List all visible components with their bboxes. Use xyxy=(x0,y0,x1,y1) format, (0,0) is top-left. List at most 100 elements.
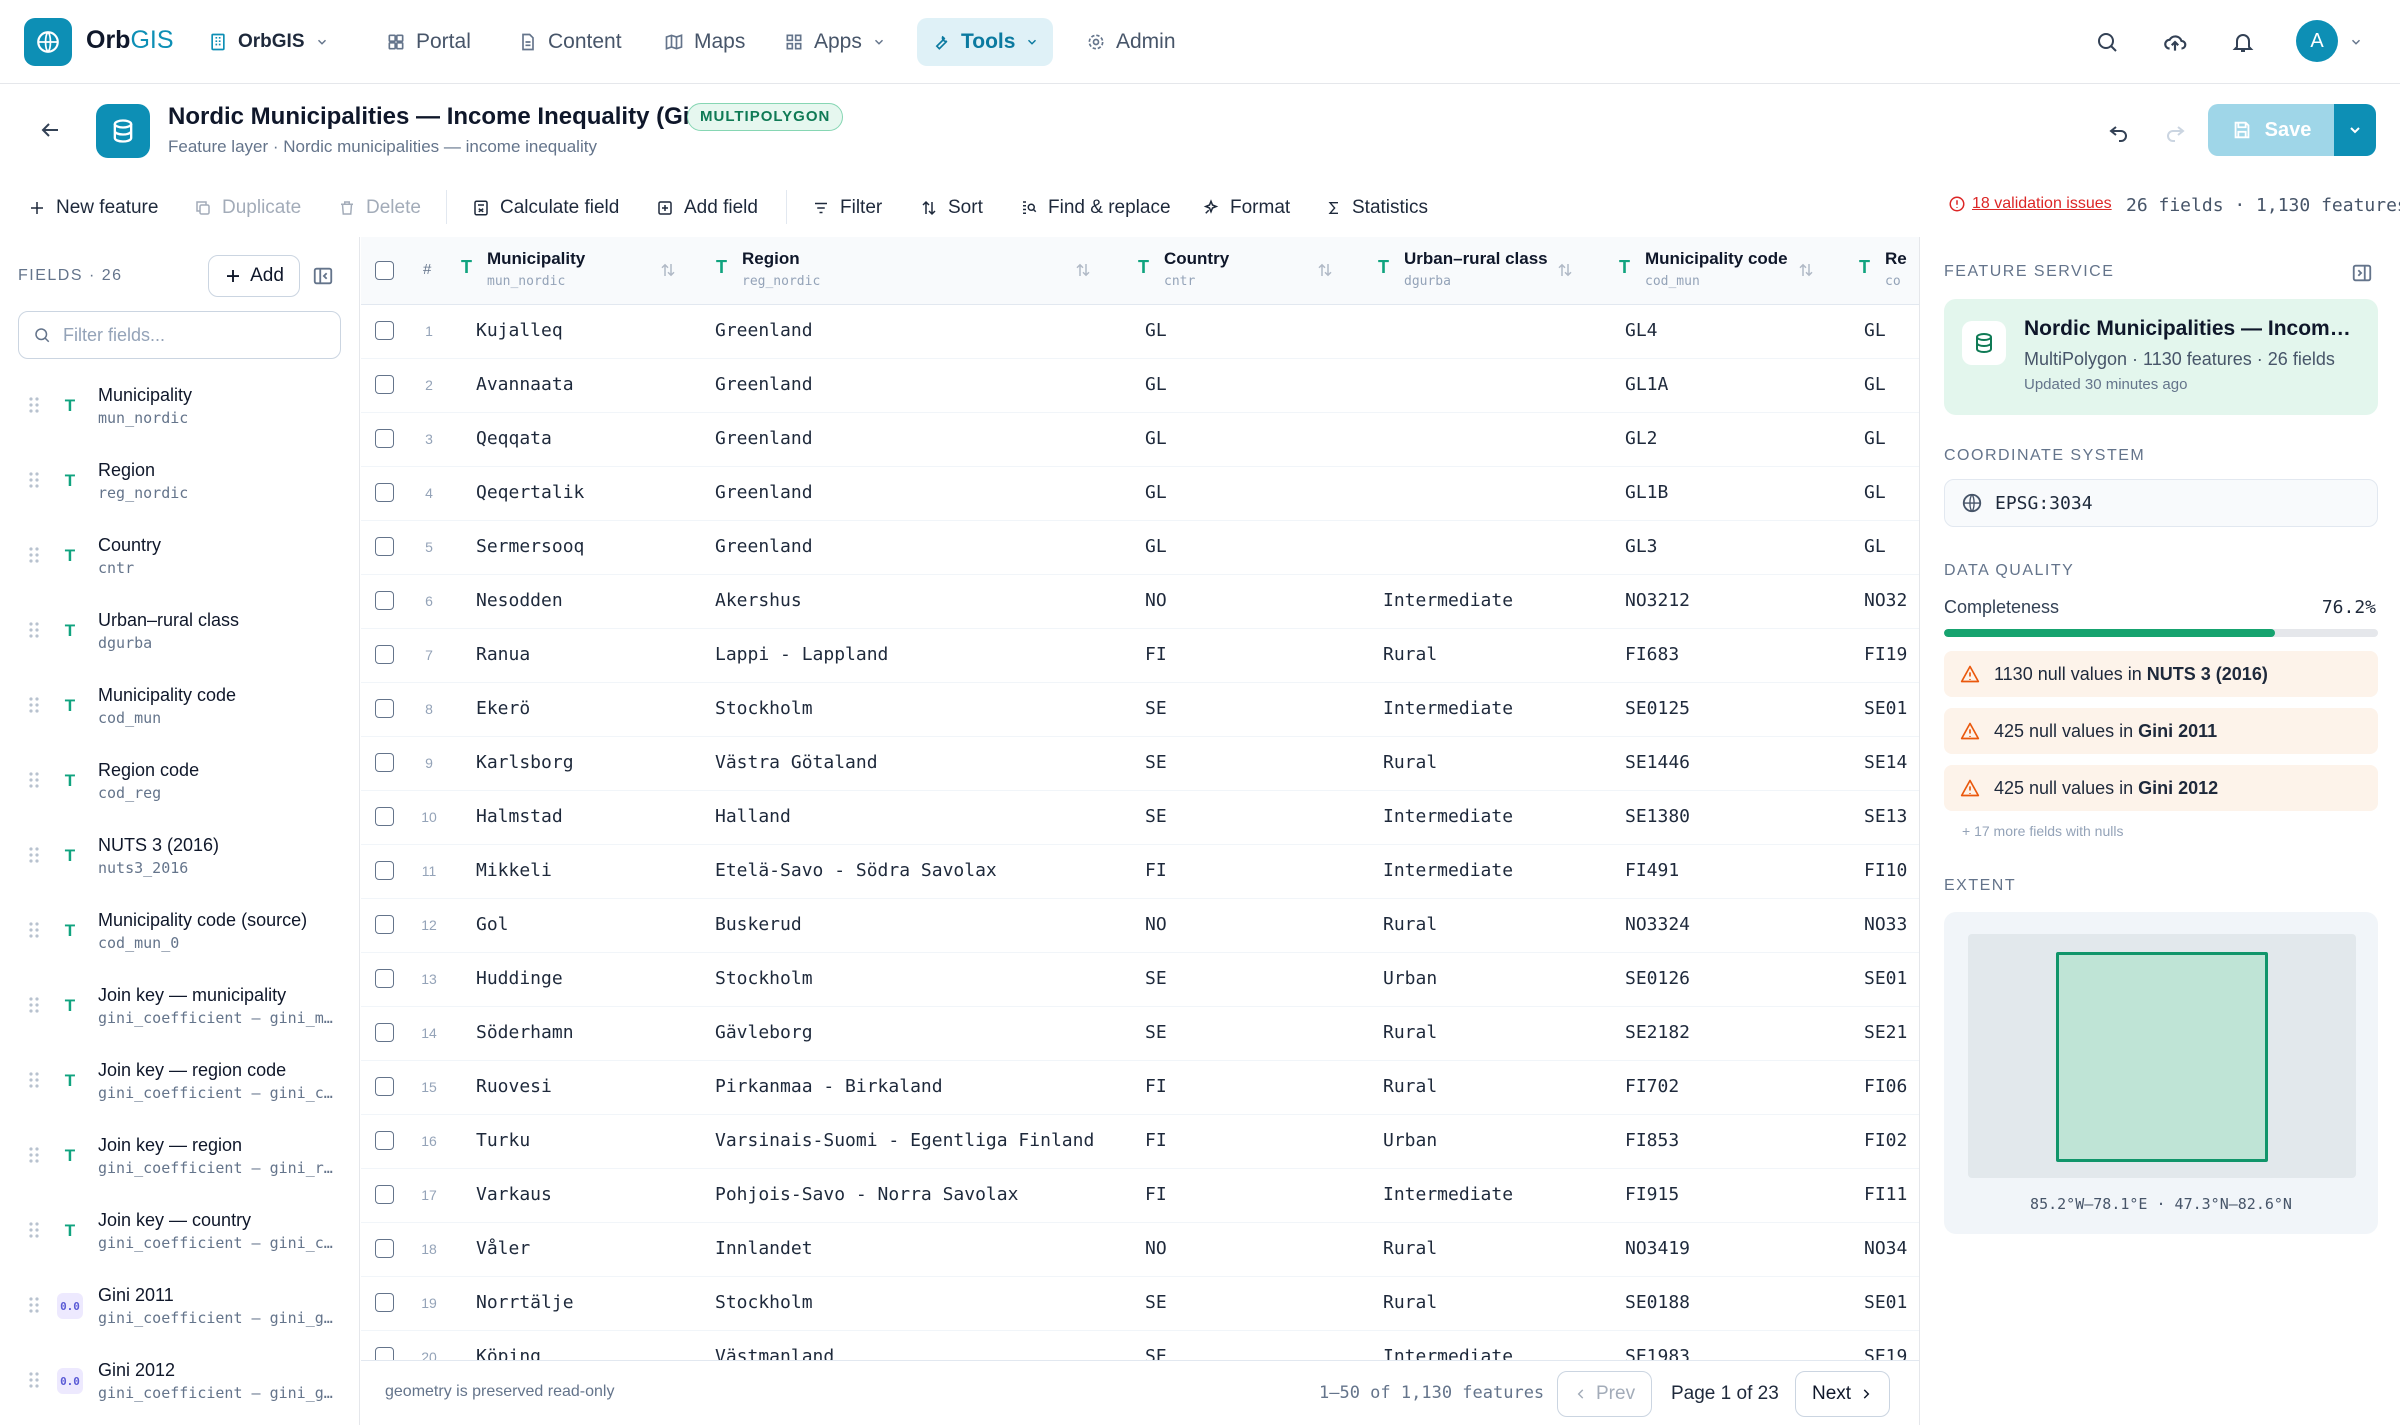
row-checkbox[interactable] xyxy=(375,375,394,394)
table-row[interactable]: 6 Nesodden Akershus NO Intermediate NO3212 NO3… xyxy=(361,575,1919,629)
table-row[interactable]: 15 Ruovesi Pirkanmaa - Birkaland FI Rural FI7… xyxy=(361,1061,1919,1115)
field-item[interactable]: 0.0 Gini 2012 gini_coefficient — gini_g… xyxy=(0,1350,359,1425)
table-cell[interactable]: FI853 xyxy=(1625,1130,1679,1151)
row-checkbox[interactable] xyxy=(375,1185,394,1204)
format-button[interactable]: Format xyxy=(1202,193,1290,223)
table-cell[interactable]: SE13 xyxy=(1864,806,1907,827)
new-feature-button[interactable]: New feature xyxy=(28,193,158,223)
more-nulls-note[interactable]: + 17 more fields with nulls xyxy=(1962,823,2123,839)
table-cell[interactable]: SE1380 xyxy=(1625,806,1690,827)
drag-handle-icon[interactable] xyxy=(28,1370,40,1390)
table-row[interactable]: 2 Avannaata Greenland GL GL1A GL xyxy=(361,359,1919,413)
table-row[interactable]: 18 Våler Innlandet NO Rural NO3419 NO34 xyxy=(361,1223,1919,1277)
table-cell[interactable]: SE xyxy=(1145,1022,1167,1043)
add-field-sidebar-button[interactable]: Add xyxy=(208,255,300,297)
table-cell[interactable]: Buskerud xyxy=(715,914,802,935)
app-logo[interactable] xyxy=(24,18,72,66)
table-row[interactable]: 14 Söderhamn Gävleborg SE Rural SE2182 SE21 xyxy=(361,1007,1919,1061)
table-cell[interactable]: Greenland xyxy=(715,374,813,395)
coordinate-system-field[interactable]: EPSG:3034 xyxy=(1944,479,2378,527)
row-checkbox[interactable] xyxy=(375,969,394,988)
drag-handle-icon[interactable] xyxy=(28,845,40,865)
table-cell[interactable]: Varkaus xyxy=(476,1184,552,1205)
table-cell[interactable]: FI702 xyxy=(1625,1076,1679,1097)
field-item[interactable]: T Municipality code cod_mun xyxy=(0,675,359,750)
table-cell[interactable]: FI xyxy=(1145,1184,1167,1205)
next-page-button[interactable]: Next xyxy=(1795,1371,1891,1417)
table-cell[interactable]: SE xyxy=(1145,1346,1167,1360)
table-cell[interactable]: GL xyxy=(1145,428,1167,449)
table-cell[interactable]: SE1446 xyxy=(1625,752,1690,773)
null-warning[interactable]: 1130 null values in NUTS 3 (2016) xyxy=(1944,651,2378,697)
field-item[interactable]: T Country cntr xyxy=(0,525,359,600)
table-cell[interactable]: Halland xyxy=(715,806,791,827)
table-cell[interactable]: Rural xyxy=(1383,644,1437,665)
sort-icon[interactable] xyxy=(1316,261,1334,279)
table-cell[interactable]: GL2 xyxy=(1625,428,1658,449)
table-row[interactable]: 12 Gol Buskerud NO Rural NO3324 NO33 xyxy=(361,899,1919,953)
collapse-panel-button[interactable] xyxy=(2348,259,2376,287)
row-checkbox[interactable] xyxy=(375,429,394,448)
table-cell[interactable]: Västra Götaland xyxy=(715,752,878,773)
nav-portal[interactable]: Portal xyxy=(372,18,485,66)
table-cell[interactable]: Ekerö xyxy=(476,698,530,719)
table-cell[interactable]: NO33 xyxy=(1864,914,1907,935)
back-button[interactable] xyxy=(30,110,70,150)
field-item[interactable]: T Join key — municipality gini_coefficie… xyxy=(0,975,359,1050)
table-cell[interactable]: Halmstad xyxy=(476,806,563,827)
table-cell[interactable]: Gol xyxy=(476,914,509,935)
table-cell[interactable]: Urban xyxy=(1383,1130,1437,1151)
row-checkbox[interactable] xyxy=(375,591,394,610)
redo-button[interactable] xyxy=(2154,110,2196,152)
sort-icon[interactable] xyxy=(1556,261,1574,279)
row-checkbox[interactable] xyxy=(375,645,394,664)
table-cell[interactable]: Turku xyxy=(476,1130,530,1151)
row-checkbox[interactable] xyxy=(375,1347,394,1360)
table-cell[interactable]: NO xyxy=(1145,914,1167,935)
table-cell[interactable]: Intermediate xyxy=(1383,860,1513,881)
filter-button[interactable]: Filter xyxy=(812,193,882,223)
table-cell[interactable]: Qeqqata xyxy=(476,428,552,449)
field-item[interactable]: T Region reg_nordic xyxy=(0,450,359,525)
drag-handle-icon[interactable] xyxy=(28,1295,40,1315)
table-cell[interactable]: Akershus xyxy=(715,590,802,611)
table-cell[interactable]: NO3212 xyxy=(1625,590,1690,611)
column-header[interactable]: T Urban–rural class dgurba xyxy=(1378,237,1598,305)
table-cell[interactable]: SE19 xyxy=(1864,1346,1907,1360)
table-cell[interactable]: FI06 xyxy=(1864,1076,1907,1097)
table-cell[interactable]: Intermediate xyxy=(1383,806,1513,827)
duplicate-button[interactable]: Duplicate xyxy=(194,193,301,223)
table-cell[interactable]: Intermediate xyxy=(1383,698,1513,719)
table-cell[interactable]: GL4 xyxy=(1625,320,1658,341)
table-cell[interactable]: Urban xyxy=(1383,968,1437,989)
feature-service-card[interactable]: Nordic Municipalities — Income … MultiPo… xyxy=(1944,299,2378,415)
table-cell[interactable]: FI xyxy=(1145,1076,1167,1097)
table-cell[interactable]: Avannaata xyxy=(476,374,574,395)
undo-button[interactable] xyxy=(2098,110,2140,152)
table-cell[interactable]: Greenland xyxy=(715,428,813,449)
table-cell[interactable]: Rural xyxy=(1383,1076,1437,1097)
table-cell[interactable]: Pohjois-Savo - Norra Savolax xyxy=(715,1184,1018,1205)
table-cell[interactable]: Greenland xyxy=(715,320,813,341)
table-cell[interactable]: SE xyxy=(1145,806,1167,827)
nav-content[interactable]: Content xyxy=(504,18,636,66)
table-cell[interactable]: SE0125 xyxy=(1625,698,1690,719)
table-row[interactable]: 10 Halmstad Halland SE Intermediate SE1380 SE1… xyxy=(361,791,1919,845)
table-cell[interactable]: SE01 xyxy=(1864,968,1907,989)
row-checkbox[interactable] xyxy=(375,1239,394,1258)
find-replace-button[interactable]: Find & replace xyxy=(1020,193,1171,223)
drag-handle-icon[interactable] xyxy=(28,545,40,565)
table-cell[interactable]: Intermediate xyxy=(1383,1184,1513,1205)
table-cell[interactable]: FI02 xyxy=(1864,1130,1907,1151)
table-cell[interactable]: NO xyxy=(1145,590,1167,611)
table-cell[interactable]: Våler xyxy=(476,1238,530,1259)
table-row[interactable]: 16 Turku Varsinais-Suomi - Egentliga Finla… xyxy=(361,1115,1919,1169)
row-checkbox[interactable] xyxy=(375,483,394,502)
delete-button[interactable]: Delete xyxy=(338,193,421,223)
org-switcher[interactable]: OrbGIS xyxy=(194,18,343,66)
table-cell[interactable]: SE21 xyxy=(1864,1022,1907,1043)
column-header[interactable]: T Municipality mun_nordic xyxy=(461,237,701,305)
column-header[interactable]: T Re co xyxy=(1859,237,1919,305)
table-cell[interactable]: Greenland xyxy=(715,482,813,503)
table-cell[interactable]: SE14 xyxy=(1864,752,1907,773)
